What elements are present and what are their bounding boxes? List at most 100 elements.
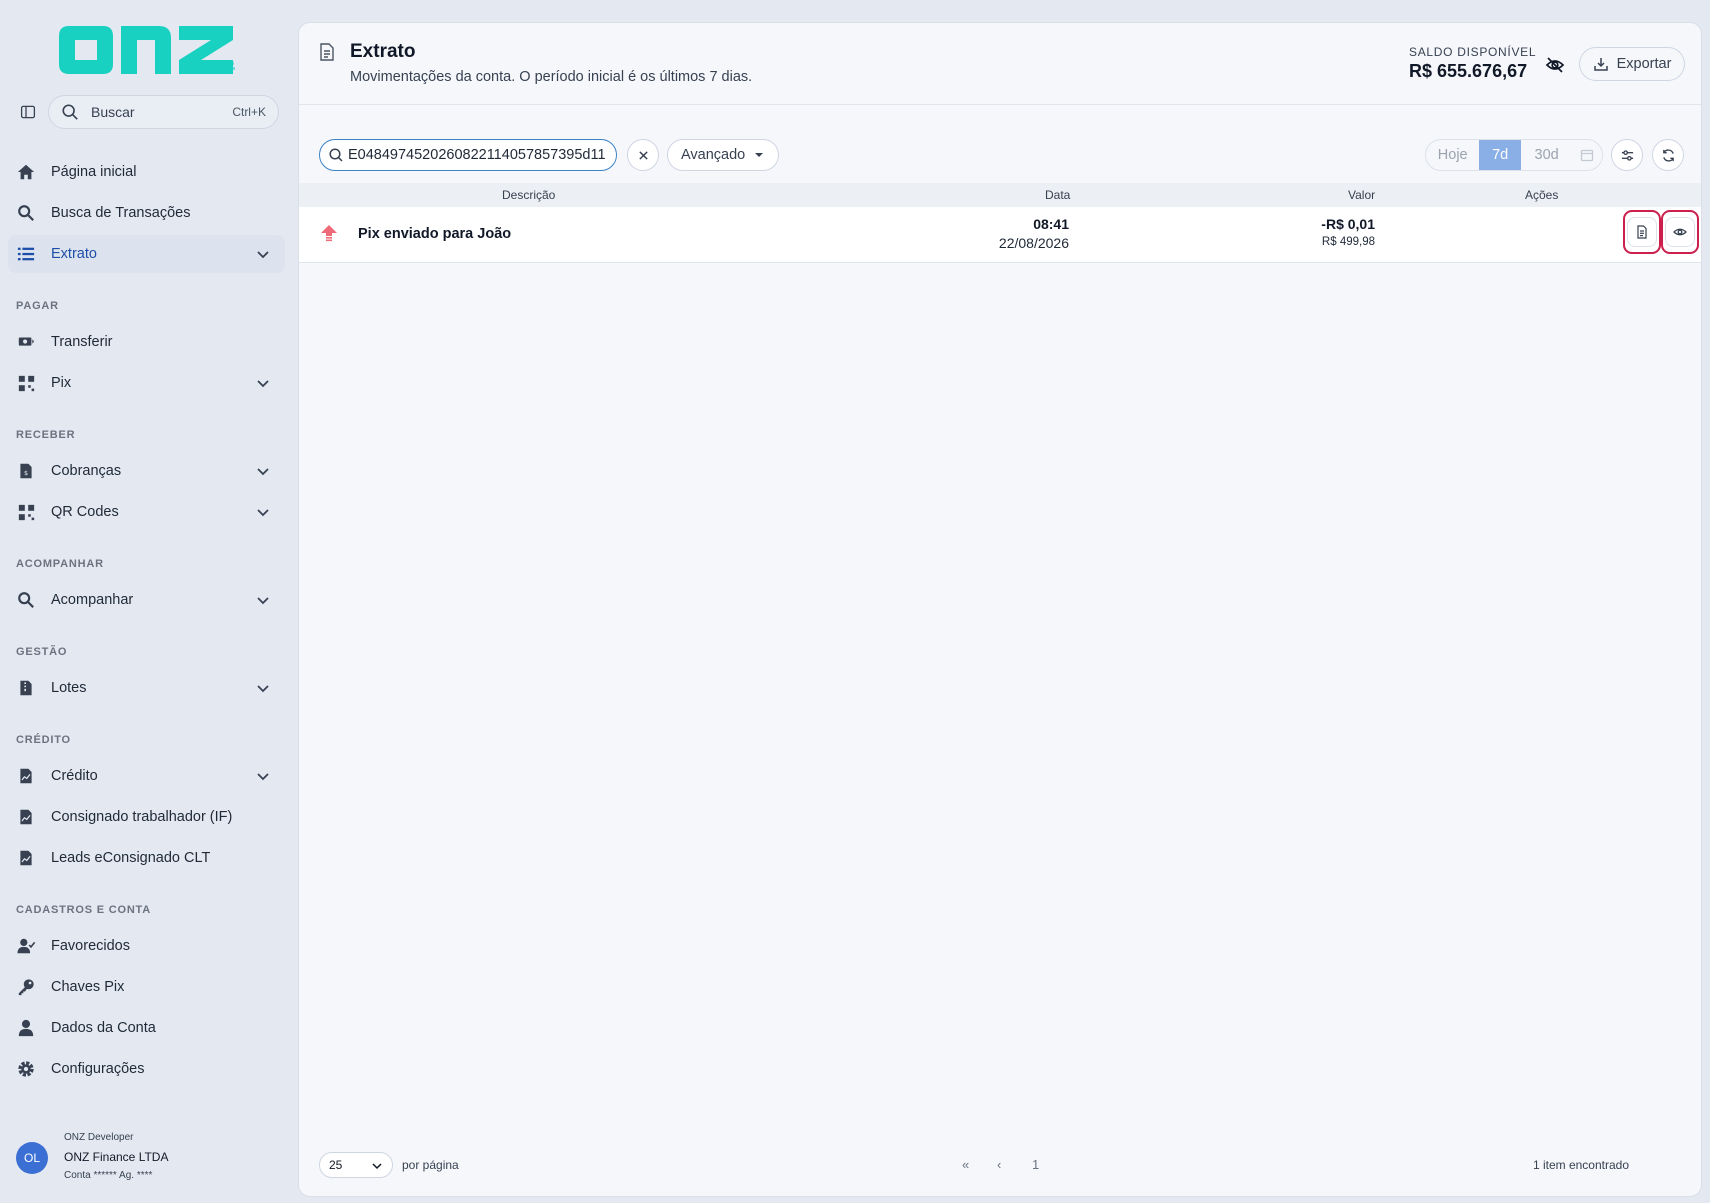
view-receipt-button[interactable] [1627, 217, 1657, 247]
period-hoje[interactable]: Hoje [1426, 140, 1479, 170]
sidebar-item-transaction-search[interactable]: Busca de Transações [8, 194, 285, 232]
search-icon [16, 590, 36, 610]
filter-settings-button[interactable] [1611, 139, 1643, 171]
chart-file-icon [16, 766, 36, 786]
sliders-icon [1621, 149, 1633, 161]
global-search[interactable]: Buscar Ctrl+K [48, 95, 279, 129]
eye-off-icon[interactable] [1545, 55, 1565, 75]
clear-search-button[interactable] [627, 139, 659, 171]
page-number[interactable]: 1 [1032, 1157, 1039, 1172]
download-icon [1593, 58, 1608, 71]
svg-text:$: $ [24, 469, 28, 477]
period-custom[interactable] [1572, 140, 1602, 170]
row-amount: -R$ 0,01 [1321, 216, 1375, 232]
search-shortcut: Ctrl+K [232, 105, 266, 119]
qr-grid-icon [16, 502, 36, 522]
export-button[interactable]: Exportar [1579, 47, 1685, 81]
sidebar-item-lotes[interactable]: Lotes [8, 669, 285, 707]
advanced-filter-button[interactable]: Avançado [667, 139, 779, 171]
sidebar-item-chaves-pix[interactable]: Chaves Pix [8, 968, 285, 1006]
search-label: Buscar [91, 104, 135, 120]
chevron-down-icon [257, 380, 269, 388]
sidebar-item-leads[interactable]: Leads eConsignado CLT [8, 839, 285, 877]
table-row[interactable]: Pix enviado para João 08:41 22/08/2026 -… [299, 207, 1701, 263]
sidebar-item-label: Favorecidos [51, 938, 130, 954]
sidebar-item-label: QR Codes [51, 504, 119, 520]
search-icon [16, 203, 36, 223]
sidebar-item-acompanhar[interactable]: Acompanhar [8, 581, 285, 619]
filter-bar: Avançado Hoje 7d 30d [299, 105, 1701, 183]
search-input[interactable] [348, 147, 608, 163]
advanced-label: Avançado [681, 147, 746, 163]
invoice-icon: $ [16, 461, 36, 481]
sidebar-item-cobrancas[interactable]: $ Cobranças [8, 452, 285, 490]
chevron-down-icon [257, 597, 269, 605]
col-valor[interactable]: Valor [1348, 188, 1375, 202]
calendar-icon [1581, 149, 1594, 162]
section-label-acompanhar: ACOMPANHAR [16, 558, 104, 570]
user-role: ONZ Developer [64, 1132, 134, 1143]
export-label: Exportar [1616, 56, 1672, 72]
main-panel: Extrato Movimentações da conta. O períod… [298, 22, 1702, 1197]
search-icon [329, 148, 343, 162]
section-label-gestao: GESTÃO [16, 646, 68, 658]
user-profile[interactable]: OL ONZ Developer ONZ Finance LTDA Conta … [16, 1128, 286, 1188]
chevron-down-icon [257, 685, 269, 693]
sidebar-item-label: Pix [51, 375, 72, 391]
section-label-receber: RECEBER [16, 429, 76, 441]
sidebar-item-qr-codes[interactable]: QR Codes [8, 493, 285, 531]
refresh-icon [1662, 148, 1674, 162]
qr-grid-icon [16, 373, 36, 393]
balance-label: SALDO DISPONÍVEL [1409, 45, 1537, 59]
chevron-down-icon [257, 509, 269, 517]
per-page-value: 25 [329, 1158, 343, 1172]
view-details-button[interactable] [1665, 217, 1695, 247]
chevron-down-icon [257, 773, 269, 781]
sidebar-item-favorecidos[interactable]: Favorecidos [8, 927, 285, 965]
sidebar-item-consignado[interactable]: Consignado trabalhador (IF) [8, 798, 285, 836]
zip-file-icon [16, 678, 36, 698]
chevron-down-icon [372, 1163, 382, 1170]
col-acoes: Ações [1525, 188, 1559, 202]
user-company: ONZ Finance LTDA [64, 1150, 169, 1164]
per-page-select[interactable]: 25 [319, 1152, 393, 1178]
period-30d[interactable]: 30d [1521, 140, 1572, 170]
prev-page-button[interactable]: ‹ [997, 1157, 1001, 1172]
eye-icon [1673, 228, 1687, 236]
search-icon [62, 104, 78, 120]
user-account: Conta ****** Ag. **** [64, 1170, 153, 1181]
period-7d[interactable]: 7d [1479, 140, 1521, 170]
sidebar-item-label: Consignado trabalhador (IF) [51, 809, 233, 825]
sidebar-item-label: Página inicial [51, 164, 137, 180]
section-label-credito: CRÉDITO [16, 734, 71, 746]
section-label-cadastros: CADASTROS E CONTA [16, 904, 152, 916]
col-descricao[interactable]: Descrição [502, 188, 555, 202]
sidebar-item-home[interactable]: Página inicial [8, 153, 285, 191]
key-icon [16, 977, 36, 997]
sidebar-item-credito[interactable]: Crédito [8, 757, 285, 795]
chart-file-icon [16, 848, 36, 868]
sidebar-item-configuracoes[interactable]: Configurações [8, 1050, 285, 1088]
money-transfer-icon [16, 332, 36, 352]
result-count: 1 item encontrado [1532, 1158, 1629, 1172]
document-icon [320, 43, 334, 61]
page-title: Extrato [350, 41, 416, 62]
sidebar-toggle-icon[interactable] [18, 102, 38, 122]
transaction-search-field[interactable] [319, 139, 617, 171]
gear-icon [16, 1059, 36, 1079]
sidebar-item-label: Extrato [51, 246, 97, 262]
sidebar-item-label: Chaves Pix [51, 979, 125, 995]
col-data[interactable]: Data [1045, 188, 1070, 202]
first-page-button[interactable]: « [962, 1157, 969, 1172]
sidebar-item-label: Leads eConsignado CLT [51, 850, 211, 866]
sidebar-item-transferir[interactable]: Transferir [8, 323, 285, 361]
arrow-up-icon [321, 225, 337, 242]
sidebar-item-pix[interactable]: Pix [8, 364, 285, 402]
sidebar-item-dados-conta[interactable]: Dados da Conta [8, 1009, 285, 1047]
balance-value: R$ 655.676,67 [1409, 61, 1528, 81]
sidebar-item-extrato[interactable]: Extrato [8, 235, 285, 273]
refresh-button[interactable] [1652, 139, 1684, 171]
sidebar-item-label: Acompanhar [51, 592, 134, 608]
chevron-down-icon [257, 468, 269, 476]
document-icon [1637, 225, 1647, 239]
